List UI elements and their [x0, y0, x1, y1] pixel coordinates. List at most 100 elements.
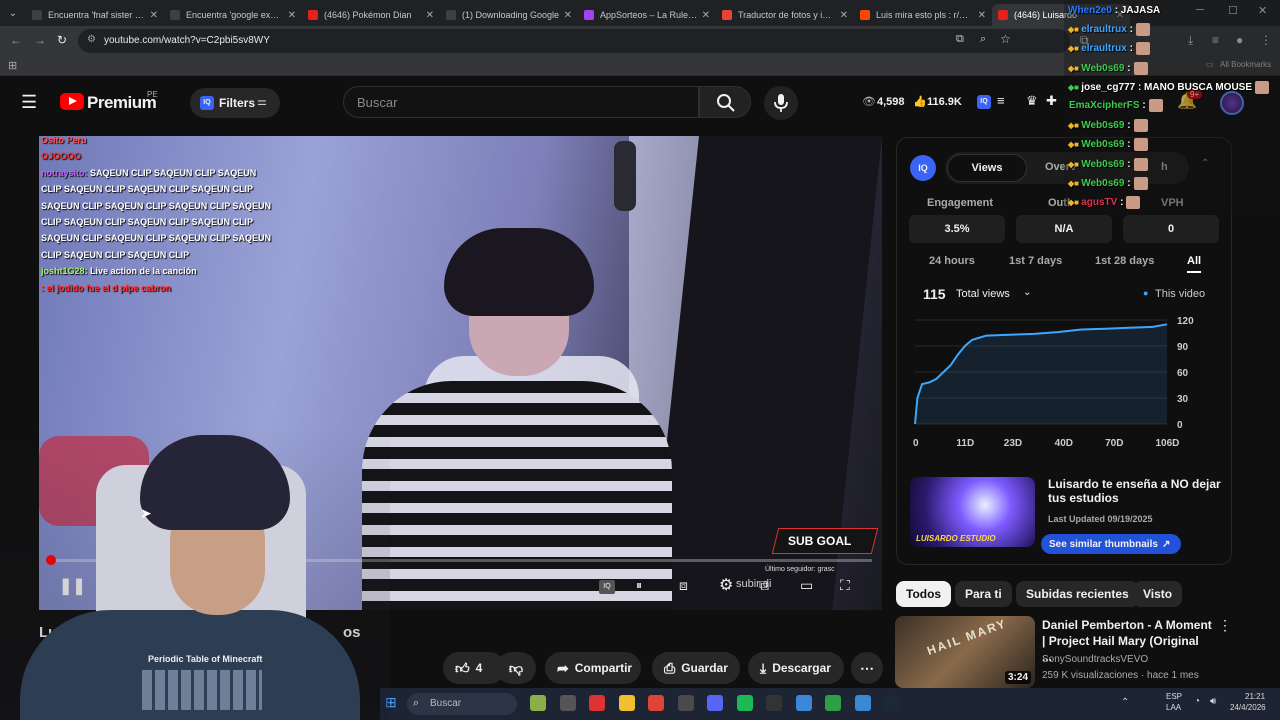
- chrome-icon[interactable]: [648, 695, 664, 711]
- overlay-chat-line: ◆■ Web0s69 :: [1068, 62, 1148, 75]
- taskbar-search-label: Buscar: [430, 698, 462, 709]
- steam-icon[interactable]: [884, 695, 900, 711]
- xbox-icon[interactable]: [677, 695, 694, 711]
- youtube-logo-text[interactable]: Premium: [87, 93, 157, 113]
- more-actions-button[interactable]: ⋯: [851, 652, 883, 684]
- filters-button[interactable]: IQ Filters ⚌: [190, 88, 280, 118]
- miniplayer-icon[interactable]: ⧉: [759, 577, 769, 594]
- browser-tab[interactable]: Encuentra 'google exe ex ✕: [164, 4, 302, 26]
- share-button[interactable]: ➦ Compartir: [545, 652, 641, 684]
- see-similar-thumbnails-button[interactable]: See similar thumbnails ↗: [1041, 534, 1181, 554]
- shirt-text: Periodic Table of Minecraft: [148, 654, 263, 664]
- iq-header-icon[interactable]: IQ: [977, 95, 991, 109]
- overlay-chat-line: ◆■ elraultrux :: [1068, 23, 1150, 36]
- fullscreen-icon[interactable]: ⛶: [840, 577, 850, 594]
- more-vertical-icon[interactable]: ⋮: [1218, 617, 1232, 634]
- theater-mode-icon[interactable]: ▭: [800, 577, 813, 594]
- apps-grid-icon[interactable]: ⊞: [8, 59, 17, 72]
- plus-icon[interactable]: ✚: [1046, 93, 1057, 109]
- range-28d[interactable]: 1st 28 days: [1095, 255, 1154, 267]
- clock-time[interactable]: 21:21: [1245, 692, 1265, 701]
- tab-close-icon[interactable]: ✕: [150, 10, 158, 21]
- filter-chip[interactable]: Todos: [896, 581, 952, 607]
- widget-icon[interactable]: [530, 695, 546, 711]
- autoplay-toggle-icon[interactable]: ⏸: [636, 578, 642, 593]
- iq-player-icon[interactable]: IQ: [599, 580, 615, 594]
- recommended-channel[interactable]: SonySoundtracksVEVO: [1042, 654, 1148, 665]
- youtube-logo-icon[interactable]: [60, 93, 84, 110]
- spotify-icon[interactable]: [736, 695, 753, 711]
- omnibox[interactable]: ⚙ youtube.com/watch?v=C2pbi5sv8WY ⧉ ⌕ ☆: [78, 29, 1070, 53]
- folder-icon[interactable]: [618, 695, 635, 711]
- see-similar-label: See similar thumbnails: [1049, 538, 1158, 550]
- clock-date[interactable]: 24/4/2026: [1230, 703, 1266, 712]
- site-info-icon[interactable]: ⚙: [87, 34, 96, 45]
- reload-icon[interactable]: ↻: [57, 33, 67, 47]
- filter-chip[interactable]: Visto: [1133, 581, 1183, 607]
- stream-chat-overlay: Osito Peru OJOOOO notraysito: SAQEUN CLIP…: [41, 136, 281, 296]
- browser-tab[interactable]: Luis mira esto pls : r/OSIT ✕: [854, 4, 992, 26]
- settings-gear-icon[interactable]: ⚙: [719, 575, 733, 595]
- stream-chat-line: OJOOOO: [41, 148, 281, 164]
- tab-views[interactable]: Views: [947, 154, 1027, 182]
- recommended-thumbnail[interactable]: HAIL MARY 3:24: [895, 616, 1035, 688]
- browser-tab[interactable]: (4646) Pokémon Dian ✕: [302, 4, 440, 26]
- forward-icon[interactable]: →: [34, 33, 46, 47]
- dislike-button[interactable]: 👎︎: [496, 652, 536, 684]
- thumbs-up-icon: 👍︎: [455, 659, 470, 676]
- tab-close-icon[interactable]: ✕: [840, 10, 848, 21]
- total-views-select[interactable]: Total views: [956, 288, 1010, 300]
- subtitles-icon[interactable]: ⧈: [679, 577, 688, 594]
- wifi-icon[interactable]: ◔: [1194, 696, 1200, 707]
- volume-icon[interactable]: 🔊︎: [1210, 696, 1216, 707]
- search-input[interactable]: Buscar: [343, 86, 699, 118]
- browser-tab[interactable]: Encuentra 'fnaf sister loca ✕: [26, 4, 164, 26]
- install-icon[interactable]: ⧉: [956, 33, 964, 46]
- stream-chat-line: CLIP SAQEUN CLIP SAQEUN CLIP SAQEUN CLIP: [41, 181, 281, 197]
- tab-favicon-icon: [308, 10, 318, 20]
- app3-icon[interactable]: [854, 695, 871, 711]
- back-icon[interactable]: ←: [10, 33, 22, 47]
- range-all[interactable]: All: [1187, 255, 1201, 267]
- trophy-icon[interactable]: ♛: [1026, 93, 1038, 109]
- chart-x-tick: 106D: [1155, 438, 1179, 449]
- hamburger-menu-icon[interactable]: ☰: [21, 92, 37, 113]
- overlay-chat-line: ◆■ elraultrux :: [1068, 42, 1150, 55]
- list-icon[interactable]: ≡: [997, 93, 1005, 108]
- bookmark-star-icon[interactable]: ☆: [1000, 32, 1011, 46]
- taskbar-search[interactable]: ⌕ Buscar: [407, 693, 517, 715]
- tray-chevron-icon[interactable]: ⌃: [1121, 697, 1129, 708]
- voice-search-button[interactable]: [764, 86, 798, 120]
- range-24h[interactable]: 24 hours: [929, 255, 975, 267]
- thumbnail-preview[interactable]: LUISARDO ESTUDIO: [910, 477, 1035, 547]
- tab-close-icon[interactable]: ✕: [426, 10, 434, 21]
- browser-tab[interactable]: Traductor de fotos y imág ✕: [716, 4, 854, 26]
- tab-title: Encuentra 'fnaf sister loca: [48, 10, 146, 20]
- lang-layout[interactable]: LAA: [1166, 703, 1181, 712]
- thumbnail-title: Luisardo te enseña a NO dejar tus estudi…: [1048, 477, 1221, 505]
- filter-chip[interactable]: Subidas recientes: [1016, 581, 1139, 607]
- tab-search-icon[interactable]: ⌄: [0, 0, 26, 26]
- download-button[interactable]: ⤓ Descargar: [748, 652, 844, 684]
- zoom-icon[interactable]: ⌕: [980, 33, 986, 46]
- filter-chip[interactable]: Para ti: [955, 581, 1012, 607]
- lang-code[interactable]: ESP: [1166, 692, 1182, 701]
- terminal-icon[interactable]: [559, 695, 576, 711]
- browser-tab[interactable]: (1) Downloading Google ✕: [440, 4, 578, 26]
- tab-close-icon[interactable]: ✕: [564, 10, 572, 21]
- app2-icon[interactable]: [825, 695, 841, 711]
- dropdown-chevron-icon[interactable]: ⌄: [1023, 287, 1031, 298]
- app-icon[interactable]: [589, 695, 605, 711]
- discord-icon[interactable]: [707, 695, 723, 711]
- tab-close-icon[interactable]: ✕: [978, 10, 986, 21]
- chat-message: OJOOOO: [41, 151, 82, 162]
- search-button[interactable]: [699, 86, 751, 118]
- obs-icon[interactable]: [766, 695, 782, 711]
- tab-close-icon[interactable]: ✕: [702, 10, 710, 21]
- save-button[interactable]: ⎙ Guardar: [652, 652, 740, 684]
- range-7d[interactable]: 1st 7 days: [1009, 255, 1062, 267]
- notepad-icon[interactable]: [795, 695, 812, 711]
- tab-close-icon[interactable]: ✕: [288, 10, 296, 21]
- url-text[interactable]: youtube.com/watch?v=C2pbi5sv8WY: [104, 35, 270, 46]
- browser-tab[interactable]: AppSorteos – La Ruleta d ✕: [578, 4, 716, 26]
